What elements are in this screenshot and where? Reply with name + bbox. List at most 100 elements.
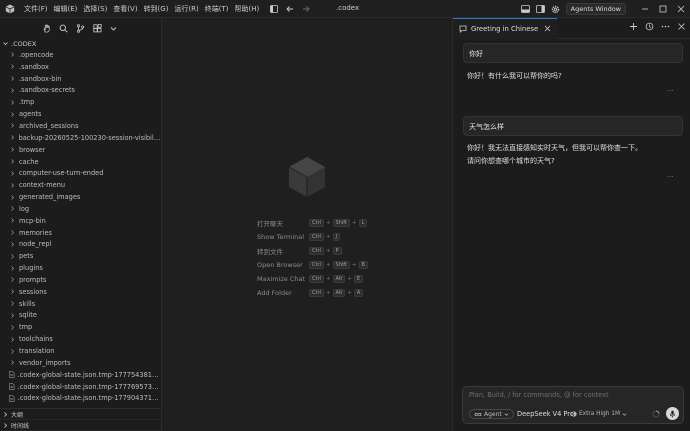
folder-item[interactable]: .tmp [0,96,161,108]
chat-bubble-icon [459,25,467,33]
chevron-right-icon [10,171,17,176]
settings-gear-icon[interactable] [551,5,560,14]
folder-item[interactable]: pets [0,250,161,262]
folder-item[interactable]: cache [0,156,161,168]
folder-item[interactable]: tmp [0,321,161,333]
folder-item[interactable]: toolchains [0,333,161,345]
user-message[interactable]: 你好 [463,43,683,63]
minimize-icon[interactable] [636,0,654,18]
layout-split-icon[interactable] [535,5,545,13]
chevron-right-icon [10,76,17,81]
folder-item[interactable]: translation [0,345,161,357]
assistant-message: 你好！我无法直接感知实时天气，但我可以帮你查一下。 请问你想查哪个城市的天气? [467,142,681,168]
editor-area: 打开聊天 Ctrl + Shift + L Show Terminal Ctrl + J 转到文件 C… [162,18,452,431]
nav-controls [270,4,318,13]
agents-window-button[interactable]: Agents Window [565,3,626,15]
menu-edit[interactable]: 编辑(E) [51,4,81,14]
close-tab-icon[interactable] [544,25,551,32]
timeline-section[interactable]: 时间线 [0,420,161,431]
more-options-icon[interactable] [661,22,670,31]
folder-item[interactable]: .sandbox-bin [0,73,161,85]
folder-item[interactable]: node_repl [0,239,161,251]
folder-item[interactable]: mcp-bin [0,215,161,227]
close-panel-icon[interactable] [677,22,686,31]
folder-item[interactable]: backup-20260525-100230-session-visibilit… [0,132,161,144]
shortcut-row[interactable]: Maximize Chat Ctrl + Alt + E [257,272,368,286]
new-chat-plus-icon[interactable] [629,22,638,31]
menu-go[interactable]: 转到(G) [141,4,172,14]
effort-selector[interactable]: Extra High 1M [571,409,627,419]
key-cap: Ctrl [309,275,324,283]
sidebar-bottom-sections: 大纲 时间线 [0,408,161,431]
forward-arrow-icon[interactable] [302,5,310,13]
shortcut-label: 打开聊天 [257,220,283,228]
outline-section[interactable]: 大纲 [0,409,161,420]
extensions-icon[interactable] [93,23,102,33]
folder-item[interactable]: skills [0,298,161,310]
folder-item[interactable]: plugins [0,262,161,274]
chat-tab-title: Greeting in Chinese [471,24,539,33]
menu-selection[interactable]: 选择(S) [80,4,110,14]
folder-item[interactable]: log [0,203,161,215]
back-arrow-icon[interactable] [286,5,294,13]
folder-item[interactable]: sqlite [0,310,161,322]
file-item[interactable]: .codex-global-state.json.tmp-17790437171… [0,392,161,404]
folder-item[interactable]: prompts [0,274,161,286]
cube-logo-icon [288,157,325,197]
search-icon[interactable] [59,24,68,33]
chevron-down-icon[interactable] [110,25,117,32]
explorer-root[interactable]: .CODEX [0,38,161,49]
message-actions-dots[interactable]: ··· [667,87,674,95]
folder-item[interactable]: memories [0,227,161,239]
folder-item[interactable]: archived_sessions [0,120,161,132]
shortcut-row[interactable]: 打开聊天 Ctrl + Shift + L [257,216,368,230]
key-cap: Ctrl [309,261,324,269]
chevron-right-icon [10,242,17,247]
chevron-down-icon [622,412,627,417]
folder-item[interactable]: generated_images [0,191,161,203]
layout-panel-icon[interactable] [520,5,530,13]
folder-item[interactable]: .opencode [0,49,161,61]
chevron-right-icon [10,159,17,164]
file-item[interactable]: .codex-global-state.json.tmp-17775438133… [0,369,161,381]
chat-tab[interactable]: Greeting in Chinese [453,17,558,39]
close-window-icon[interactable] [672,0,690,18]
menu-file[interactable]: 文件(F) [21,4,51,14]
shortcut-row[interactable]: 转到文件 Ctrl + P [257,244,368,258]
folder-item[interactable]: agents [0,108,161,120]
message-actions-dots[interactable]: ··· [667,173,674,181]
folder-item[interactable]: vendor_imports [0,357,161,369]
menu-help[interactable]: 帮助(H) [232,4,263,14]
hand-pointer-icon[interactable] [42,23,51,33]
maximize-icon[interactable] [654,0,672,18]
shortcut-row[interactable]: Open Browser Ctrl + Shift + B [257,258,368,272]
folder-item[interactable]: .sandbox [0,61,161,73]
model-selector[interactable]: DeepSeek V4 Pro [517,409,574,419]
shortcut-label: Show Terminal [257,233,305,241]
assistant-message-line: 你好！我无法直接感知实时天气，但我可以帮你查一下。 [467,144,642,152]
menu-view[interactable]: 查看(V) [110,4,140,14]
history-clock-icon[interactable] [645,22,654,31]
folder-item[interactable]: .sandbox-secrets [0,85,161,97]
folder-item[interactable]: browser [0,144,161,156]
user-message[interactable]: 天气怎么样 [463,116,683,136]
key-cap: A [353,289,364,297]
toggle-sidebar-icon[interactable] [270,4,279,13]
source-control-icon[interactable] [76,23,85,33]
menu-run[interactable]: 运行(R) [171,4,201,14]
agent-mode-selector[interactable]: Agent [469,409,514,419]
file-item[interactable]: .codex-global-state.json.tmp-17776957381… [0,381,161,393]
microphone-button[interactable] [666,407,679,420]
chevron-right-icon [10,301,17,306]
chat-input[interactable] [469,391,669,399]
menu-terminal[interactable]: 终端(T) [202,4,232,14]
folder-item[interactable]: computer-use-turn-ended [0,167,161,179]
shortcut-row[interactable]: Show Terminal Ctrl + J [257,230,368,244]
folder-label: agents [19,110,42,119]
reasoning-circle-icon [571,411,577,417]
key-cap: B [358,261,368,269]
shortcut-row[interactable]: Add Folder Ctrl + Alt + A [257,286,368,300]
folder-item[interactable]: context-menu [0,179,161,191]
folder-item[interactable]: sessions [0,286,161,298]
key-plus: + [351,220,357,226]
